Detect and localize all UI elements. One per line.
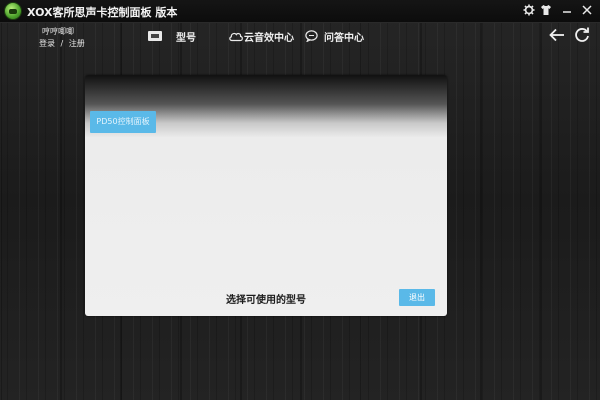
nav-label-qa: 问答中心 [324, 32, 364, 44]
nav-item-model[interactable]: 型号 [148, 28, 196, 44]
refresh-icon[interactable] [573, 26, 591, 44]
register-link[interactable]: 注册 [69, 38, 85, 49]
chat-bubble-icon [305, 30, 318, 42]
user-name: 哼哼唧唧 [42, 27, 74, 36]
model-pd50-button[interactable]: PD50控制面板 [90, 111, 156, 133]
nav-item-cloud-effects[interactable]: 云音效中心 [228, 28, 294, 44]
panel-caption: 选择可使用的型号 [226, 295, 306, 306]
cloud-icon [229, 32, 243, 42]
login-link[interactable]: 登录 [39, 38, 55, 49]
device-icon [148, 31, 162, 41]
nav-item-qa[interactable]: 问答中心 [305, 28, 364, 44]
nav-label-model: 型号 [176, 32, 196, 44]
close-icon[interactable] [579, 2, 595, 18]
minimize-icon[interactable] [559, 2, 575, 18]
link-separator: / [60, 39, 64, 48]
skin-shirt-icon[interactable] [538, 2, 554, 18]
model-select-panel: PD50控制面板 选择可使用的型号 退出 [85, 75, 447, 316]
exit-button[interactable]: 退出 [399, 289, 435, 306]
window-title: XOX客所思声卡控制面板 版本 [27, 6, 178, 19]
app-logo-icon [4, 2, 22, 20]
user-links: 登录 / 注册 [39, 38, 85, 49]
nav-label-cloud-effects: 云音效中心 [244, 32, 294, 44]
back-arrow-icon[interactable] [548, 26, 566, 44]
title-bar: XOX客所思声卡控制面板 版本 [0, 0, 600, 23]
settings-gear-icon[interactable] [521, 2, 537, 18]
